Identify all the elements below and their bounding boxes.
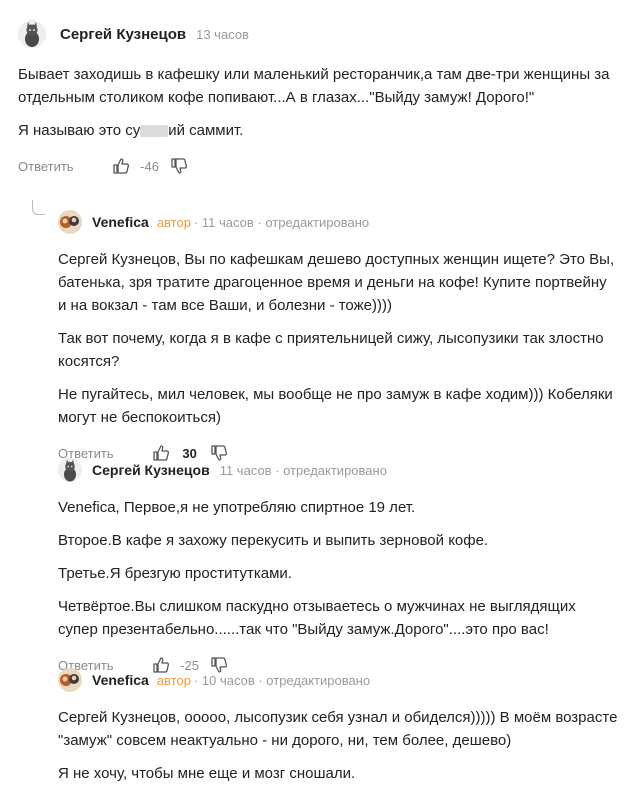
avatar[interactable] [58,458,82,482]
comment-paragraph: Третье.Я брезгую проститутками. [58,565,292,582]
comment-time: 13 часов [196,26,249,42]
cat-avatar-icon [58,458,82,482]
author-name[interactable]: Venefica [92,672,149,688]
reply-button[interactable]: Ответить [18,159,74,174]
comment-text: Сергей Кузнецов, ооооо, лысопузик себя у… [58,706,618,785]
comment-paragraph: Не пугайтесь, мил человек, мы вообще не … [58,386,613,426]
comment: Сергей Кузнецов 13 часов Бывает заходишь… [18,14,618,180]
comment-header: Сергей Кузнецов 13 часов [18,14,618,54]
comment-meta: · 11 часов · отредактировано [193,214,370,230]
vote-score: -46 [140,158,159,174]
author-name[interactable]: Сергей Кузнецов [60,26,186,43]
comment: Venefica автор · 10 часов · отредактиров… [58,660,618,795]
comment-text: Бывает заходишь в кафешку или маленький … [18,63,618,142]
comment-paragraph: Сергей Кузнецов, ооооо, лысопузик себя у… [58,709,618,749]
comment-paragraph: Я не хочу, чтобы мне еще и мозг сношали. [58,765,356,782]
author-avatar-icon [58,210,82,234]
author-name[interactable]: Venefica [92,214,149,230]
comment-paragraph: Так вот почему, когда я в кафе с приятел… [58,330,604,370]
comment-header: Venefica автор · 11 часов · отредактиров… [58,202,618,242]
comment-text: Сергей Кузнецов, Вы по кафешкам дешево д… [58,248,618,429]
comment-paragraph: Четвёртое.Вы слишком паскудно отзываетес… [58,598,576,638]
comment: Сергей Кузнецов 11 часов · отредактирова… [58,450,618,679]
censor-blur [140,125,169,138]
author-name[interactable]: Сергей Кузнецов [92,462,210,478]
comment-paragraph-start: Я называю это су [18,122,141,139]
comment: Venefica автор · 11 часов · отредактиров… [58,202,618,467]
comment-paragraph: Бывает заходишь в кафешку или маленький … [18,66,610,106]
author-badge: автор [156,214,191,230]
comment-header: Сергей Кузнецов 11 часов · отредактирова… [58,450,618,490]
comment-paragraph: Я называю это су ий саммит. [18,119,618,142]
comment-actions: Ответить -46 [18,152,618,180]
comment-header: Venefica автор · 10 часов · отредактиров… [58,660,618,700]
avatar[interactable] [18,20,46,48]
comment-paragraph: Venefica, Первое,я не употребляю спиртно… [58,499,416,516]
avatar[interactable] [58,210,82,234]
comment-paragraph: Второе.В кафе я захожу перекусить и выпи… [58,532,489,549]
thumb-down-icon[interactable] [170,157,188,175]
reply-thread-icon [32,200,45,215]
avatar[interactable] [58,668,82,692]
thumb-up-icon[interactable] [112,157,130,175]
comment-paragraph: Сергей Кузнецов, Вы по кафешкам дешево д… [58,251,615,314]
comment-meta: 11 часов · отредактировано [219,462,387,478]
author-badge: автор [156,672,191,688]
comment-paragraph-end: ий саммит. [168,122,244,139]
author-avatar-icon [58,668,82,692]
comment-meta: · 10 часов · отредактировано [193,672,371,688]
cat-avatar-icon [18,20,46,48]
comment-text: Venefica, Первое,я не употребляю спиртно… [58,496,618,641]
